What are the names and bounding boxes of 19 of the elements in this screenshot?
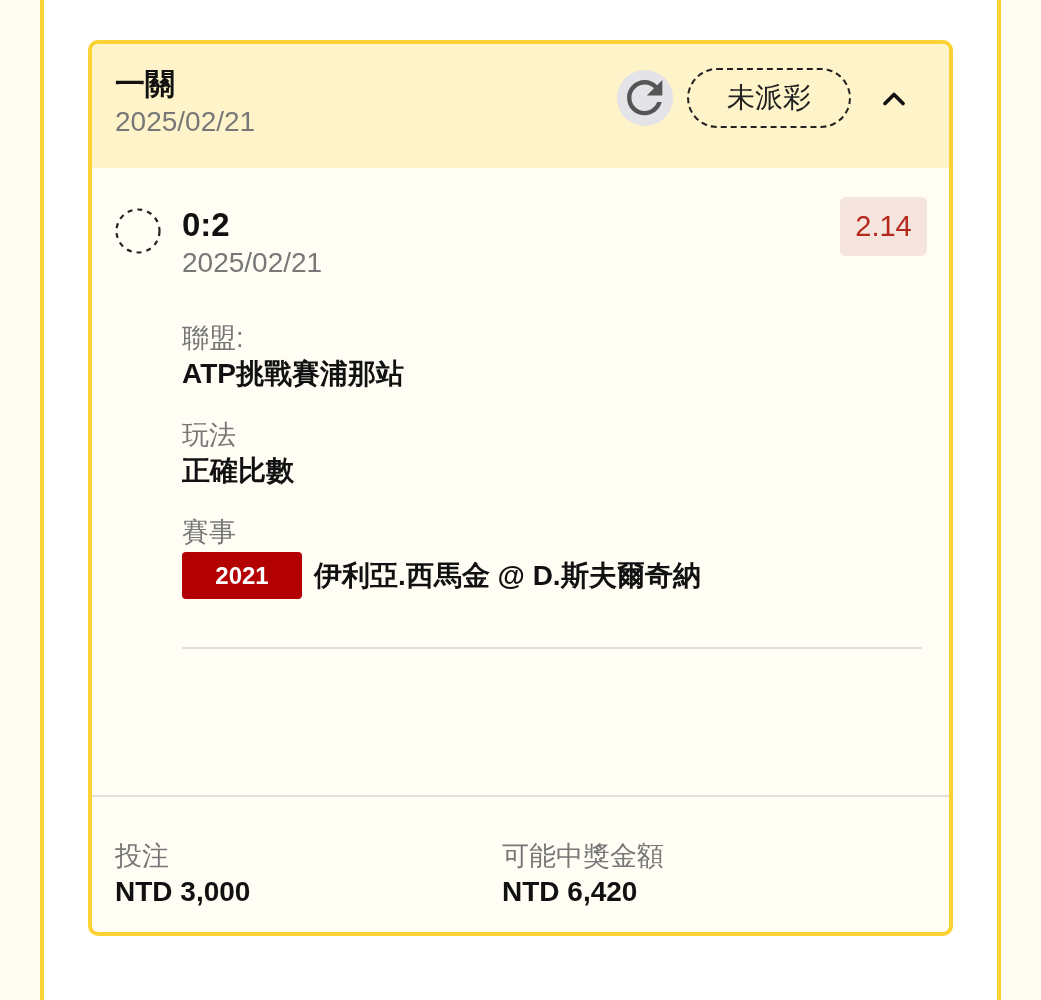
summary-label: 可能中獎金額	[502, 840, 664, 873]
detail-label: 聯盟:	[182, 322, 244, 355]
selection-score: 0:2	[182, 205, 230, 245]
summary-value: NTD 6,420	[502, 875, 638, 909]
event-code-tag: 2021	[182, 552, 302, 599]
odds-value: 2.14	[840, 197, 927, 256]
payout-status: 未派彩	[687, 68, 851, 128]
bet-title: 一關	[115, 66, 175, 102]
detail-value: ATP挑戰賽浦那站	[182, 357, 404, 391]
detail-label: 賽事	[182, 516, 236, 549]
bet-date: 2025/02/21	[115, 105, 256, 139]
summary-value: NTD 3,000	[115, 875, 251, 909]
event-name: 伊利亞.西馬金 @ D.斯夫爾奇納	[314, 559, 701, 593]
summary-label: 投注	[115, 840, 169, 873]
detail-value: 正確比數	[182, 454, 294, 488]
refresh-icon	[627, 80, 663, 116]
refresh-button[interactable]	[617, 70, 673, 126]
selection-date: 2025/02/21	[182, 246, 323, 280]
detail-label: 玩法	[182, 419, 236, 452]
